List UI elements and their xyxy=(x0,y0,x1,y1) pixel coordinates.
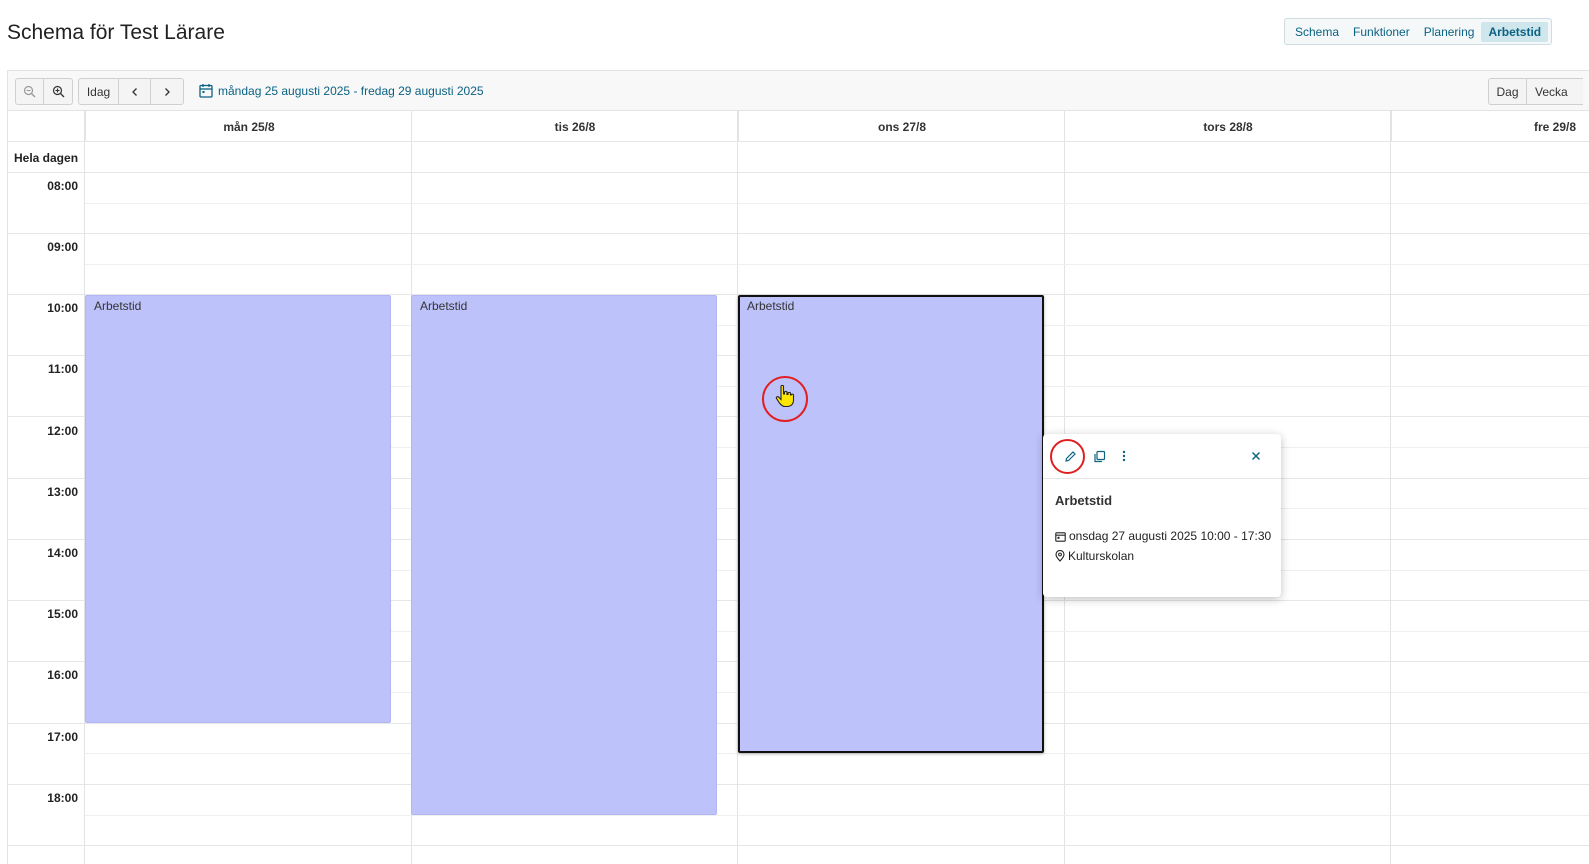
top-navigation: Schema Funktioner Planering Arbetstid xyxy=(1284,18,1553,45)
row-divider xyxy=(8,172,1589,173)
event-arbetstid-tue[interactable]: Arbetstid xyxy=(411,295,717,815)
page: Schema för Test Lärare Schema Funktioner… xyxy=(0,0,1589,864)
half-hour-line xyxy=(85,753,1589,754)
hour-line xyxy=(8,784,1589,785)
zoom-group xyxy=(15,78,73,105)
more-vertical-icon xyxy=(1122,450,1126,462)
nav-arbetstid[interactable]: Arbetstid xyxy=(1481,21,1549,42)
today-button[interactable]: Idag xyxy=(79,79,119,104)
nav-planering[interactable]: Planering xyxy=(1417,22,1482,42)
time-label: 17:00 xyxy=(47,730,78,744)
time-label: 11:00 xyxy=(47,362,78,376)
chevron-left-icon xyxy=(131,87,137,96)
page-title: Schema för Test Lärare xyxy=(7,21,225,44)
location-pin-icon xyxy=(1055,550,1065,562)
copy-button[interactable] xyxy=(1089,446,1109,466)
zoom-in-button[interactable] xyxy=(44,79,72,104)
day-header: ons 27/8 xyxy=(738,111,1065,142)
nav-schema[interactable]: Schema xyxy=(1288,22,1346,42)
hour-line xyxy=(8,233,1589,234)
day-header: tors 28/8 xyxy=(1064,111,1391,142)
half-hour-line xyxy=(85,815,1589,816)
prev-button[interactable] xyxy=(119,79,151,104)
column-divider xyxy=(1390,111,1391,864)
hour-line xyxy=(8,845,1589,846)
half-hour-line xyxy=(85,264,1589,265)
popup-datetime-row: onsdag 27 augusti 2025 10:00 - 17:30 xyxy=(1055,529,1271,543)
event-arbetstid-wed[interactable]: Arbetstid xyxy=(738,295,1044,753)
calendar-grid: mån 25/8 tis 26/8 ons 27/8 tors 28/8 fre… xyxy=(7,111,1589,864)
pencil-icon xyxy=(1064,450,1076,462)
zoom-out-button[interactable] xyxy=(16,79,44,104)
edit-button[interactable] xyxy=(1060,446,1080,466)
nav-funktioner[interactable]: Funktioner xyxy=(1346,22,1417,42)
day-header: mån 25/8 xyxy=(85,111,412,142)
close-button[interactable] xyxy=(1246,446,1266,466)
next-button[interactable] xyxy=(151,79,183,104)
zoom-in-icon xyxy=(52,85,64,98)
time-label: 08:00 xyxy=(47,179,78,193)
event-details-popup: Arbetstid onsdag 27 augusti 2025 10:00 -… xyxy=(1043,434,1281,597)
time-label: 10:00 xyxy=(47,301,78,315)
popup-event-title: Arbetstid xyxy=(1055,493,1113,508)
calendar-toolbar: Idag måndag 25 augusti 2025 - fredag 29 … xyxy=(7,70,1589,111)
time-label: 18:00 xyxy=(47,791,78,805)
date-range-picker[interactable]: måndag 25 augusti 2025 - fredag 29 augus… xyxy=(199,83,484,98)
hand-cursor-icon xyxy=(775,384,795,414)
popup-datetime: onsdag 27 augusti 2025 10:00 - 17:30 xyxy=(1069,529,1272,543)
view-week-button[interactable]: Vecka xyxy=(1527,79,1583,104)
calendar-icon xyxy=(1055,531,1066,542)
popup-toolbar xyxy=(1043,434,1281,479)
date-range-label: måndag 25 augusti 2025 - fredag 29 augus… xyxy=(218,83,484,98)
popup-location-row: Kulturskolan xyxy=(1055,549,1134,563)
event-title: Arbetstid xyxy=(747,299,795,313)
time-label: 16:00 xyxy=(47,668,78,682)
time-label: 12:00 xyxy=(47,424,78,438)
time-label: 13:00 xyxy=(47,485,78,499)
chevron-right-icon xyxy=(165,87,170,96)
close-icon xyxy=(1252,452,1260,460)
time-label: 09:00 xyxy=(47,240,78,254)
more-options-button[interactable] xyxy=(1114,446,1134,466)
half-hour-line xyxy=(85,203,1589,204)
copy-icon xyxy=(1093,450,1105,462)
view-switcher: Dag Vecka xyxy=(1488,78,1583,105)
row-divider xyxy=(8,141,1589,142)
event-arbetstid-mon[interactable]: Arbetstid xyxy=(85,295,391,723)
time-label: 14:00 xyxy=(47,546,78,560)
popup-location: Kulturskolan xyxy=(1068,549,1135,563)
event-title: Arbetstid xyxy=(420,299,468,313)
all-day-label: Hela dagen xyxy=(14,150,79,165)
event-title: Arbetstid xyxy=(94,299,142,313)
calendar-icon xyxy=(199,84,213,98)
day-header: fre 29/8 xyxy=(1391,111,1589,142)
time-label: 15:00 xyxy=(47,607,78,621)
view-day-button[interactable]: Dag xyxy=(1489,79,1527,104)
navigation-group: Idag xyxy=(78,78,184,105)
day-header: tis 26/8 xyxy=(411,111,738,142)
zoom-out-icon xyxy=(23,85,36,98)
